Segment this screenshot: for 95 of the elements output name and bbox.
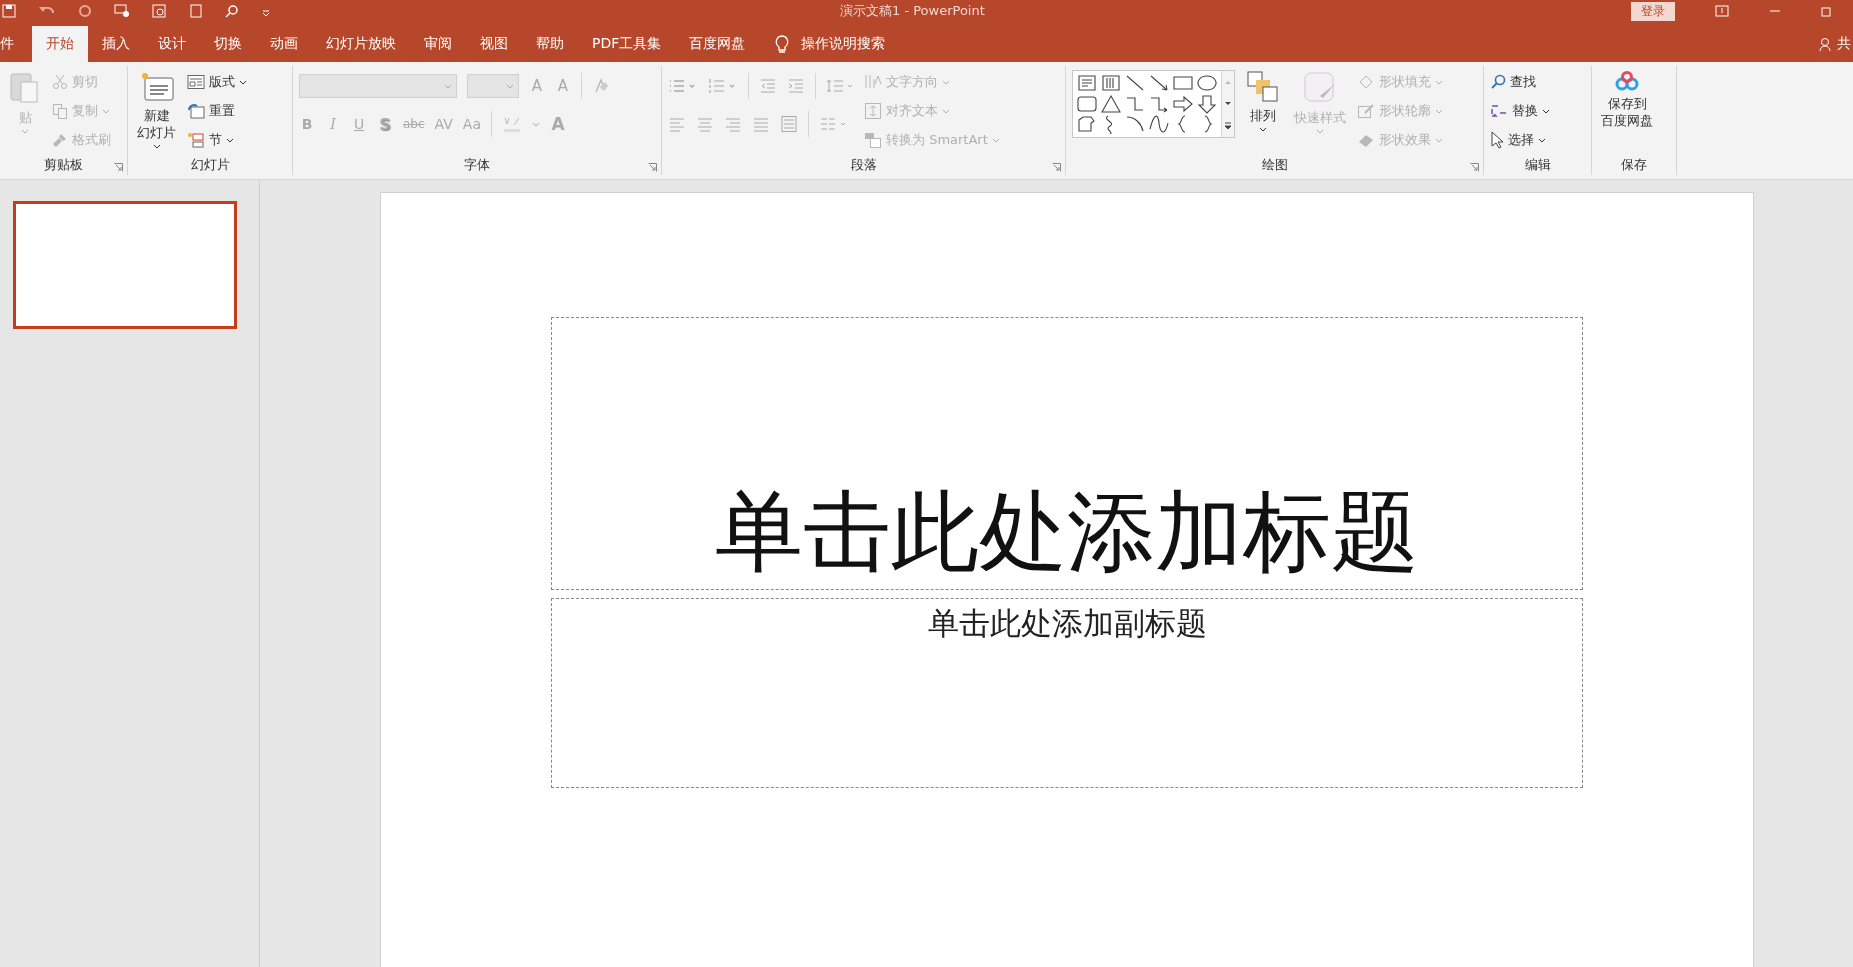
- ribbon-display-icon[interactable]: [1715, 5, 1729, 17]
- caret-icon: [1435, 137, 1443, 143]
- ribbon-tab[interactable]: 百度网盘: [675, 26, 760, 62]
- caret-icon: [444, 83, 452, 89]
- distributed-icon[interactable]: [780, 115, 798, 133]
- ribbon-button[interactable]: 新建 幻灯片: [134, 68, 179, 154]
- caret-icon: [991, 137, 1000, 143]
- title-placeholder[interactable]: 单击此处添加标题: [551, 317, 1583, 590]
- subtitle-placeholder-text: 单击此处添加副标题: [927, 604, 1207, 643]
- presenter-icon[interactable]: [114, 4, 130, 18]
- shape-icon[interactable]: [1196, 73, 1218, 93]
- dialog-launcher-icon[interactable]: [1470, 163, 1479, 172]
- tell-me-search[interactable]: 操作说明搜索: [775, 26, 886, 62]
- share-button[interactable]: 共: [1819, 26, 1853, 62]
- save-icon[interactable]: [2, 4, 16, 18]
- dialog-launcher-icon[interactable]: [648, 163, 657, 172]
- ribbon-tab[interactable]: 开始: [32, 26, 88, 62]
- caret-icon: [239, 79, 247, 85]
- caret-icon: [1538, 137, 1546, 143]
- arrange-icon: [1246, 70, 1280, 104]
- ribbon-tab[interactable]: 件: [0, 26, 32, 62]
- group-label: 幻灯片: [190, 156, 230, 174]
- title-placeholder-text: 单击此处添加标题: [715, 484, 1419, 586]
- shape-icon[interactable]: [1148, 73, 1170, 93]
- ribbon-tab[interactable]: 幻灯片放映: [312, 26, 410, 62]
- ribbon-tab[interactable]: 视图: [466, 26, 522, 62]
- ribbon-button[interactable]: 替换: [1490, 97, 1550, 125]
- group-label: 段落: [850, 156, 877, 174]
- ribbon-tab[interactable]: PDF工具集: [578, 26, 676, 62]
- scissors-icon: [52, 74, 68, 90]
- group-label: 编辑: [1524, 156, 1551, 174]
- caret-icon: [942, 108, 950, 114]
- page-icon[interactable]: [190, 4, 202, 18]
- clear-format-icon[interactable]: [592, 77, 610, 95]
- bullets-icon[interactable]: [668, 78, 698, 94]
- group-label: 绘图: [1261, 156, 1288, 174]
- smartart-icon: [864, 131, 882, 149]
- caret-icon: [1435, 108, 1443, 114]
- shapes-gallery[interactable]: [1072, 70, 1235, 138]
- cloud-icon: [1614, 70, 1640, 92]
- copy-icon: [52, 103, 68, 119]
- group-label: 保存: [1621, 156, 1647, 174]
- ribbon-tab[interactable]: 帮助: [522, 26, 578, 62]
- shape-icon[interactable]: [1124, 73, 1146, 93]
- brush-icon: [52, 132, 68, 148]
- search-icon[interactable]: [224, 4, 240, 18]
- ribbon-tab[interactable]: 设计: [144, 26, 200, 62]
- shape-icon[interactable]: [1076, 93, 1098, 114]
- caret-icon: [21, 129, 29, 134]
- reset-icon: [187, 103, 205, 119]
- ribbon-button[interactable]: 节: [187, 126, 247, 154]
- slide-thumbnail[interactable]: [13, 201, 237, 329]
- text-direction-icon: [864, 73, 882, 91]
- caret-icon: [1435, 79, 1443, 85]
- section-icon: [187, 132, 205, 148]
- shape-icon[interactable]: [1148, 114, 1170, 135]
- caret-icon: [102, 108, 110, 114]
- shape-icon[interactable]: [1196, 93, 1218, 114]
- ribbon-button[interactable]: 保存到 百度网盘: [1598, 68, 1656, 154]
- caret-icon: [1316, 129, 1324, 134]
- caret-icon: [226, 137, 234, 143]
- restore-icon[interactable]: [1821, 5, 1833, 17]
- caret-icon: [506, 83, 514, 89]
- ribbon-tab[interactable]: 插入: [88, 26, 144, 62]
- caret-icon: [942, 79, 950, 85]
- align-text-icon: [864, 102, 882, 120]
- dialog-launcher-icon[interactable]: [114, 163, 123, 172]
- caret-icon: [152, 144, 161, 149]
- cursor-icon: [1490, 131, 1504, 149]
- sign-in-button[interactable]: 登录: [1631, 1, 1675, 21]
- caret-icon: [1259, 127, 1267, 132]
- layout-icon: [187, 74, 205, 90]
- ribbon-tab[interactable]: 切换: [200, 26, 256, 62]
- ribbon-tab[interactable]: 动画: [256, 26, 312, 62]
- ribbon-tab[interactable]: 审阅: [410, 26, 466, 62]
- preview-icon[interactable]: [152, 4, 168, 18]
- ribbon-button[interactable]: 查找: [1490, 68, 1550, 96]
- subtitle-placeholder[interactable]: 单击此处添加副标题: [551, 598, 1583, 788]
- caret-icon[interactable]: [532, 121, 540, 127]
- shape-icon[interactable]: [1172, 93, 1194, 114]
- pencil-outline-icon: [1357, 103, 1375, 119]
- ribbon-button[interactable]: 选择: [1490, 126, 1550, 154]
- lightbulb-icon: [775, 35, 790, 53]
- group-label: 字体: [464, 156, 490, 174]
- caret-icon: [1542, 108, 1550, 114]
- ribbon-button[interactable]: 排列: [1243, 68, 1283, 154]
- ribbon-button[interactable]: 版式: [187, 68, 247, 96]
- shape-icon[interactable]: [1100, 93, 1122, 114]
- clipboard-icon: [9, 70, 41, 106]
- dialog-launcher-icon[interactable]: [1052, 163, 1061, 172]
- person-icon: [1819, 37, 1833, 51]
- search-icon: [1490, 74, 1506, 90]
- window-title: 演示文稿1 - PowerPoint: [840, 2, 985, 20]
- ribbon-button[interactable]: 重置: [187, 97, 247, 125]
- group-label: 剪贴板: [44, 156, 83, 174]
